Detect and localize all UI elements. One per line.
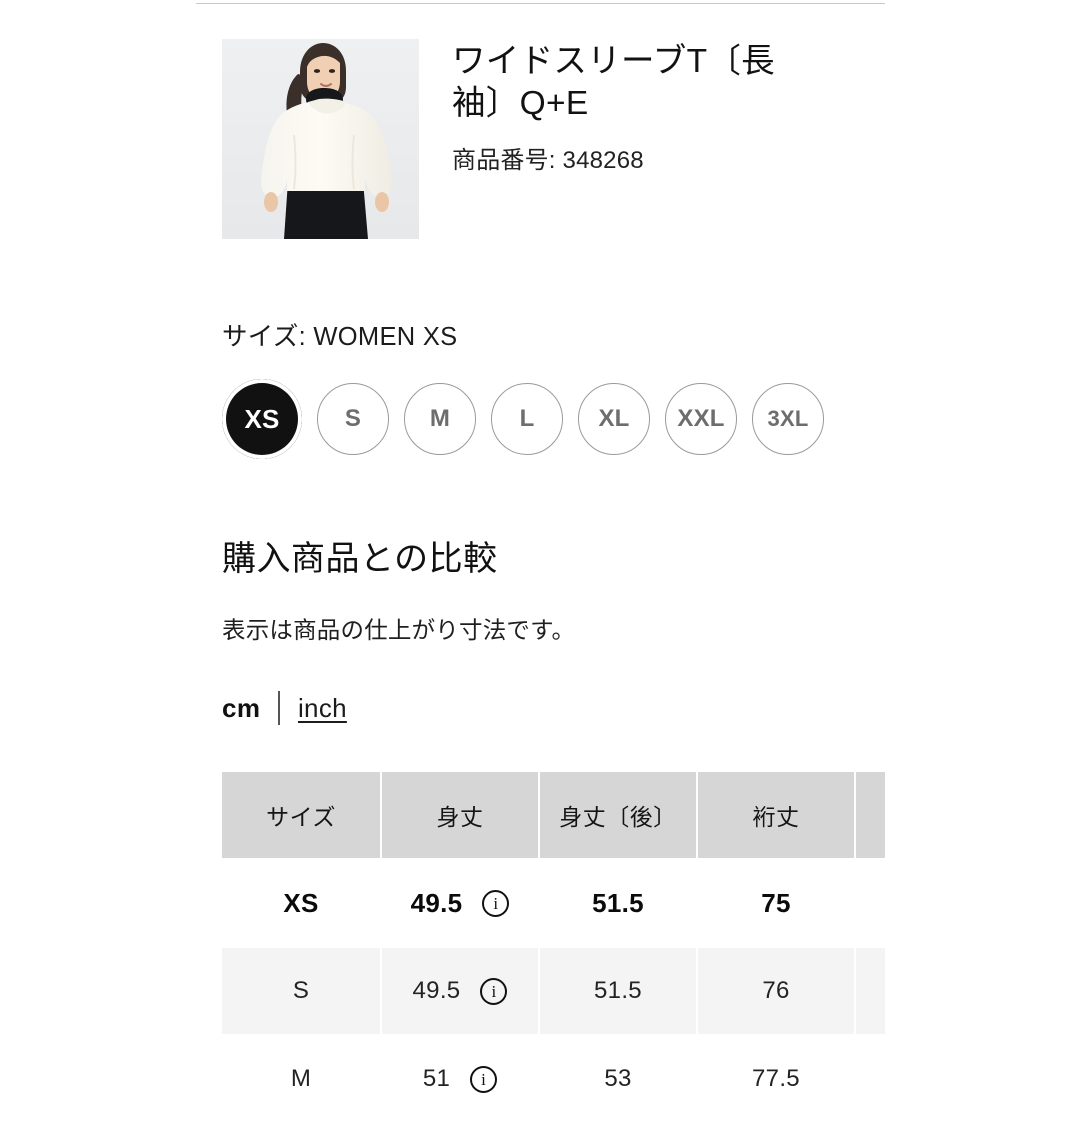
cell-body-length-back: 53 xyxy=(540,1036,696,1122)
size-chip-label: L xyxy=(519,405,535,432)
table-header-body-length-back: 身丈〔後〕 xyxy=(540,772,696,858)
size-chip-s[interactable]: S xyxy=(317,383,389,455)
cell-size: XS xyxy=(222,860,380,946)
table-header-body-length: 身丈 xyxy=(382,772,538,858)
compare-heading: 購入商品との比較 xyxy=(222,540,498,578)
info-icon[interactable]: i xyxy=(480,977,508,1005)
cell-body-length: 49.5 i xyxy=(382,948,538,1034)
size-chip-label: S xyxy=(344,405,362,432)
table-row[interactable]: M 51 i 53 77.5 xyxy=(222,1036,885,1122)
size-chip-label: 3XL xyxy=(767,406,809,431)
product-meta: ワイドスリーブT〔長袖〕Q+E 商品番号: 348268 xyxy=(452,39,885,177)
size-chip-label: M xyxy=(429,405,451,432)
measure-value: 49.5 xyxy=(410,887,463,918)
measure-value: 51 xyxy=(422,1065,451,1092)
info-icon[interactable]: i xyxy=(470,1065,498,1093)
size-chip-xs[interactable]: XS xyxy=(222,379,302,459)
cell-extra xyxy=(856,948,885,1034)
size-options-group: XS S M L XL XXL 3XL xyxy=(222,379,885,459)
product-title: ワイドスリーブT〔長袖〕Q+E xyxy=(452,43,775,123)
product-photo-illustration xyxy=(222,39,419,239)
cell-sleeve-length: 77.5 xyxy=(698,1036,854,1122)
table-header-size: サイズ xyxy=(222,772,380,858)
size-chip-l[interactable]: L xyxy=(491,383,563,455)
measure-value: 49.5 xyxy=(412,977,461,1004)
table-row[interactable]: XS 49.5 i 51.5 75 xyxy=(222,860,885,946)
cell-size: M xyxy=(222,1036,380,1122)
cell-body-length-back: 51.5 xyxy=(540,860,696,946)
unit-toggle: cm inch xyxy=(222,689,885,727)
size-chip-3xl[interactable]: 3XL xyxy=(752,383,824,455)
size-table: サイズ 身丈 身丈〔後〕 裄丈 XS 49.5 i 51.5 75 S 49.5… xyxy=(222,772,885,1124)
cell-extra xyxy=(856,860,885,946)
cell-size: S xyxy=(222,948,380,1034)
size-chip-m[interactable]: M xyxy=(404,383,476,455)
product-thumbnail-image[interactable] xyxy=(222,39,419,239)
table-row[interactable]: S 49.5 i 51.5 76 xyxy=(222,948,885,1034)
size-chip-label: XXL xyxy=(677,405,725,432)
table-header-sleeve-length: 裄丈 xyxy=(698,772,854,858)
size-chip-label: XS xyxy=(244,403,280,434)
cell-sleeve-length: 75 xyxy=(698,860,854,946)
product-header: ワイドスリーブT〔長袖〕Q+E 商品番号: 348268 xyxy=(222,0,885,239)
cell-sleeve-length: 76 xyxy=(698,948,854,1034)
size-chip-label: XL xyxy=(598,405,630,432)
cell-extra xyxy=(856,1036,885,1122)
measure-wrapper: 51 i xyxy=(422,1065,498,1093)
size-chip-xxl[interactable]: XXL xyxy=(665,383,737,455)
compare-note: 表示は商品の仕上がり寸法です。 xyxy=(222,617,576,643)
unit-separator xyxy=(278,691,280,725)
cell-body-length: 49.5 i xyxy=(382,860,538,946)
measure-wrapper: 49.5 i xyxy=(413,977,508,1005)
cell-body-length: 51 i xyxy=(382,1036,538,1122)
size-selection-label: サイズ: WOMEN XS xyxy=(222,323,458,351)
unit-inch-button[interactable]: inch xyxy=(298,693,347,724)
size-table-container[interactable]: サイズ 身丈 身丈〔後〕 裄丈 XS 49.5 i 51.5 75 S 49.5… xyxy=(222,772,885,1124)
unit-cm-button[interactable]: cm xyxy=(222,693,260,724)
size-chip-xl[interactable]: XL xyxy=(578,383,650,455)
table-header-row: サイズ 身丈 身丈〔後〕 裄丈 xyxy=(222,772,885,858)
measure-wrapper: 49.5 i xyxy=(411,888,510,919)
info-icon[interactable]: i xyxy=(482,889,510,917)
table-header-extra xyxy=(856,772,885,858)
page-content: ワイドスリーブT〔長袖〕Q+E 商品番号: 348268 サイズ: WOMEN … xyxy=(222,0,885,1124)
product-code: 商品番号: 348268 xyxy=(452,147,644,175)
cell-body-length-back: 51.5 xyxy=(540,948,696,1034)
